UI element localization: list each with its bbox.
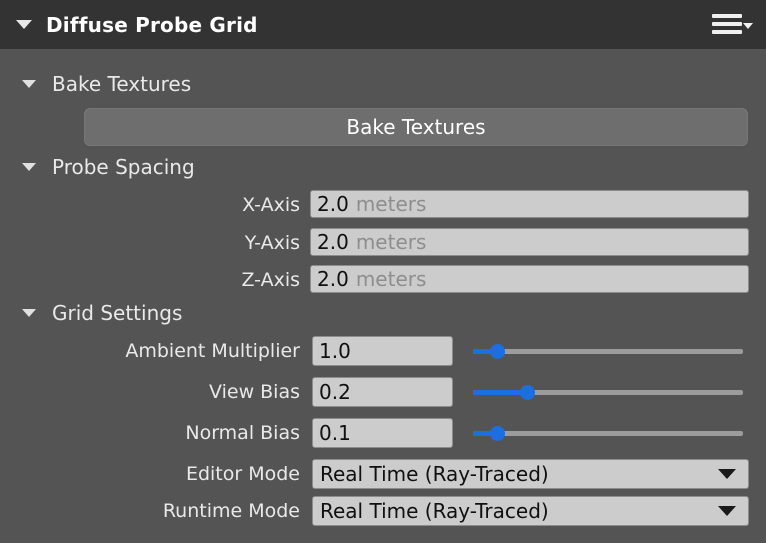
row-y-axis: Y-Axis 2.0 meters [0, 228, 766, 258]
slider-thumb[interactable] [490, 344, 506, 359]
normal-bias-slider[interactable] [473, 423, 743, 443]
row-label-z-axis: Z-Axis [241, 269, 300, 291]
hamburger-menu-button[interactable] [712, 12, 753, 38]
editor-mode-value: Real Time (Ray-Traced) [320, 462, 549, 486]
panel-title: Diffuse Probe Grid [46, 12, 258, 37]
y-axis-value: 2.0 [317, 230, 349, 254]
section-header-probe-spacing[interactable]: Probe Spacing [14, 155, 195, 179]
normal-bias-value: 0.1 [319, 421, 351, 445]
x-axis-input[interactable]: 2.0 meters [310, 190, 749, 218]
ambient-multiplier-slider[interactable] [473, 341, 743, 361]
ambient-multiplier-value: 1.0 [319, 339, 351, 363]
row-label-runtime-mode: Runtime Mode [162, 500, 300, 522]
row-label-editor-mode: Editor Mode [185, 463, 300, 485]
chevron-down-icon [718, 506, 736, 516]
row-x-axis: X-Axis 2.0 meters [0, 190, 766, 220]
panel-titlebar: Diffuse Probe Grid [0, 0, 766, 49]
slider-track [473, 349, 743, 354]
section-header-grid-settings[interactable]: Grid Settings [14, 301, 182, 325]
slider-thumb[interactable] [490, 426, 506, 441]
x-axis-value: 2.0 [317, 192, 349, 216]
bake-textures-button-label: Bake Textures [346, 115, 486, 139]
row-runtime-mode: Runtime Mode Real Time (Ray-Traced) [0, 496, 766, 526]
row-label-y-axis: Y-Axis [244, 232, 300, 254]
hamburger-menu-icon-line-3 [712, 30, 742, 34]
diffuse-probe-grid-panel: Diffuse Probe Grid Bake Textures Bake Te… [0, 0, 766, 543]
triangle-down-icon [22, 163, 36, 171]
section-label-grid-settings: Grid Settings [52, 301, 183, 325]
x-axis-unit: meters [355, 192, 427, 216]
hamburger-menu-icon [712, 14, 742, 18]
section-collapse-toggle-grid-settings[interactable] [14, 309, 44, 317]
z-axis-input[interactable]: 2.0 meters [310, 265, 749, 293]
bake-textures-button[interactable]: Bake Textures [84, 108, 748, 146]
y-axis-input[interactable]: 2.0 meters [310, 228, 749, 256]
row-normal-bias: Normal Bias 0.1 [0, 418, 766, 448]
slider-thumb[interactable] [520, 385, 535, 400]
row-label-ambient-multiplier: Ambient Multiplier [125, 340, 300, 362]
section-collapse-toggle-probe-spacing[interactable] [14, 163, 44, 171]
triangle-down-icon [16, 20, 32, 29]
slider-fill [473, 390, 527, 395]
row-label-x-axis: X-Axis [242, 194, 300, 216]
z-axis-unit: meters [355, 267, 427, 291]
slider-track [473, 431, 743, 436]
row-view-bias: View Bias 0.2 [0, 377, 766, 407]
triangle-down-icon [22, 309, 36, 317]
view-bias-input[interactable]: 0.2 [312, 377, 453, 407]
y-axis-unit: meters [355, 230, 427, 254]
section-label-probe-spacing: Probe Spacing [52, 155, 195, 179]
row-label-view-bias: View Bias [209, 381, 300, 403]
row-z-axis: Z-Axis 2.0 meters [0, 265, 766, 295]
row-ambient-multiplier: Ambient Multiplier 1.0 [0, 336, 766, 366]
chevron-down-icon [718, 469, 736, 479]
chevron-down-icon [743, 23, 753, 29]
runtime-mode-dropdown[interactable]: Real Time (Ray-Traced) [312, 496, 749, 526]
z-axis-value: 2.0 [317, 267, 349, 291]
view-bias-value: 0.2 [319, 380, 351, 404]
hamburger-menu-icon-line-2 [712, 22, 742, 26]
ambient-multiplier-input[interactable]: 1.0 [312, 336, 453, 366]
triangle-down-icon [22, 80, 36, 88]
editor-mode-dropdown[interactable]: Real Time (Ray-Traced) [312, 459, 749, 489]
section-header-bake-textures[interactable]: Bake Textures [14, 72, 191, 96]
section-collapse-toggle-bake-textures[interactable] [14, 80, 44, 88]
runtime-mode-value: Real Time (Ray-Traced) [320, 499, 549, 523]
view-bias-slider[interactable] [473, 382, 743, 402]
row-label-normal-bias: Normal Bias [185, 422, 300, 444]
panel-collapse-toggle[interactable] [16, 20, 32, 29]
section-label-bake-textures: Bake Textures [52, 72, 192, 96]
row-editor-mode: Editor Mode Real Time (Ray-Traced) [0, 459, 766, 489]
normal-bias-input[interactable]: 0.1 [312, 418, 453, 448]
